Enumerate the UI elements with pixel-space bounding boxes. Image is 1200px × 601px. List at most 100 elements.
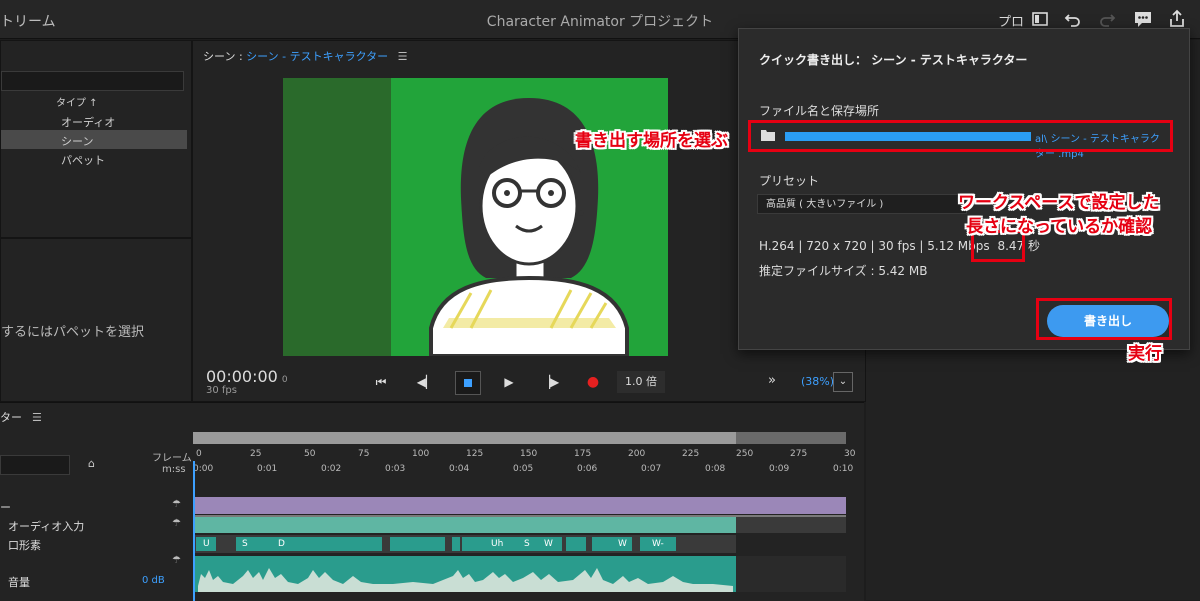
time-tick-label: 0:00 xyxy=(193,464,214,474)
playhead[interactable] xyxy=(193,461,195,601)
zoom-dropdown-icon[interactable]: ⌄ xyxy=(833,372,853,392)
file-location-label: ファイル名と保存場所 xyxy=(759,104,880,118)
track-label: 口形素 xyxy=(8,539,41,552)
timeline-title: ター ☰ xyxy=(0,411,42,424)
time-tick-label: 0:07 xyxy=(641,464,662,474)
character-illustration xyxy=(429,98,629,358)
camera-icon[interactable]: ⌂ xyxy=(88,457,102,470)
work-area-bar[interactable] xyxy=(193,432,846,444)
annotation-execute: 実行 xyxy=(1128,344,1162,364)
time-tick-label: 0:08 xyxy=(705,464,726,474)
preset-select[interactable]: 高品質 ( 大きいファイル ) xyxy=(757,194,967,214)
frame-tick-label: 30 xyxy=(844,449,856,459)
expand-icon[interactable]: » xyxy=(768,373,776,388)
frame-tick-label: 250 xyxy=(736,449,754,459)
time-tick-label: 0:09 xyxy=(769,464,790,474)
arm-icon[interactable]: ☂ xyxy=(172,518,181,529)
frame-tick-label: 275 xyxy=(790,449,808,459)
properties-hint: するにはパペットを選択 xyxy=(1,325,145,340)
scene-stage[interactable] xyxy=(283,78,668,358)
annotation-check-length-1: ワークスペースで設定した xyxy=(958,193,1160,213)
list-item[interactable]: パペット xyxy=(1,149,187,168)
waveform xyxy=(198,568,733,592)
frame-tick-label: 200 xyxy=(628,449,646,459)
list-item-selected[interactable]: シーン xyxy=(1,130,187,149)
timeline-panel: ター ☰ ⌂ フレーム m:ss 0 25 50 75 100 125 150 175 200 22… xyxy=(0,402,864,601)
annotation-box-file-path xyxy=(748,120,1173,152)
scene-track-bar[interactable] xyxy=(193,497,846,514)
redo-icon[interactable] xyxy=(1097,9,1117,29)
time-tick-label: 0:04 xyxy=(449,464,470,474)
timecode-display: 00:00:00 0 xyxy=(206,367,288,386)
preset-label: プリセット xyxy=(759,174,820,188)
track-label: オーディオ入力 xyxy=(8,520,85,533)
list-item[interactable]: オーディオ xyxy=(1,111,187,130)
volume-value[interactable]: 0 dB xyxy=(142,575,165,586)
frame-tick-label: 0 xyxy=(196,449,202,459)
viseme-label: S xyxy=(524,539,530,549)
zoom-level[interactable]: (38%) xyxy=(801,375,834,388)
stop-button[interactable] xyxy=(455,371,481,395)
time-format-label: m:ss xyxy=(162,464,186,475)
type-column-header[interactable]: タイプ ↑ xyxy=(56,94,98,109)
time-tick-label: 0:05 xyxy=(513,464,534,474)
viseme-label: S xyxy=(242,539,248,549)
fps-label: 30 fps xyxy=(206,385,237,396)
frame-tick-label: 175 xyxy=(574,449,592,459)
stage-background xyxy=(391,78,668,358)
viseme-label: W xyxy=(618,539,627,549)
viseme-label: U xyxy=(203,539,210,549)
annotation-box-export xyxy=(1036,298,1172,340)
stop-icon xyxy=(464,379,472,387)
audio-input-track[interactable] xyxy=(193,517,736,533)
scene-title: シーン : シーン - テストキャラクター ☰ xyxy=(203,50,408,63)
arm-icon[interactable]: ☂ xyxy=(172,555,181,566)
panel-menu-icon[interactable]: ☰ xyxy=(32,411,42,424)
properties-panel: するにはパペットを選択 xyxy=(0,238,192,402)
empty-track-area xyxy=(736,556,846,592)
viseme-block[interactable] xyxy=(390,537,445,551)
frame-tick-label: 25 xyxy=(250,449,262,459)
volume-track[interactable] xyxy=(193,556,736,592)
go-to-start-button[interactable]: ⏮ xyxy=(369,371,393,393)
step-back-button[interactable]: ◀▏ xyxy=(414,371,438,393)
time-tick-label: 0:06 xyxy=(577,464,598,474)
comment-icon[interactable] xyxy=(1133,9,1153,29)
record-button[interactable]: ● xyxy=(581,371,605,393)
playback-speed[interactable]: 1.0 倍 xyxy=(617,371,665,393)
viseme-label: Uh xyxy=(491,539,504,549)
viseme-block[interactable] xyxy=(566,537,586,551)
viseme-label: W- xyxy=(652,539,664,549)
viseme-block[interactable] xyxy=(452,537,460,551)
timeline-search-input[interactable] xyxy=(0,455,70,475)
project-panel: タイプ ↑ オーディオ シーン パペット xyxy=(0,40,192,238)
frame-tick-label: 150 xyxy=(520,449,538,459)
undo-icon[interactable] xyxy=(1063,9,1083,29)
time-tick-label: 0:03 xyxy=(385,464,406,474)
frame-tick-label: 225 xyxy=(682,449,700,459)
panel-menu-icon[interactable]: ☰ xyxy=(398,50,408,63)
work-area-range[interactable] xyxy=(193,432,736,444)
estimated-size: 推定ファイルサイズ : 5.42 MB xyxy=(759,264,928,278)
track-label: 音量 xyxy=(8,576,30,589)
frame-tick-label: 75 xyxy=(358,449,370,459)
frame-label: フレーム xyxy=(152,453,192,464)
viseme-label: D xyxy=(278,539,285,549)
frame-tick-label: 50 xyxy=(304,449,316,459)
panel-layout-icon[interactable] xyxy=(1030,9,1050,29)
viseme-block[interactable] xyxy=(272,537,382,551)
frame-tick-label: 100 xyxy=(412,449,430,459)
empty-track-area xyxy=(736,517,846,533)
time-tick-label: 0:10 xyxy=(833,464,854,474)
time-tick-label: 0:02 xyxy=(321,464,342,474)
share-icon[interactable] xyxy=(1167,9,1187,29)
annotation-check-length-2: 長さになっているか確認 xyxy=(966,217,1153,237)
project-search-input[interactable] xyxy=(1,71,184,91)
time-tick-label: 0:01 xyxy=(257,464,278,474)
play-button[interactable]: ▶ xyxy=(497,371,521,393)
step-forward-button[interactable]: ▕▶ xyxy=(538,371,562,393)
frame-tick-label: 125 xyxy=(466,449,484,459)
scene-name-link[interactable]: シーン - テストキャラクター xyxy=(246,50,388,63)
arm-icon[interactable]: ☂ xyxy=(172,499,181,510)
dialog-title: クイック書き出し： シーン - テストキャラクター xyxy=(759,53,1028,67)
